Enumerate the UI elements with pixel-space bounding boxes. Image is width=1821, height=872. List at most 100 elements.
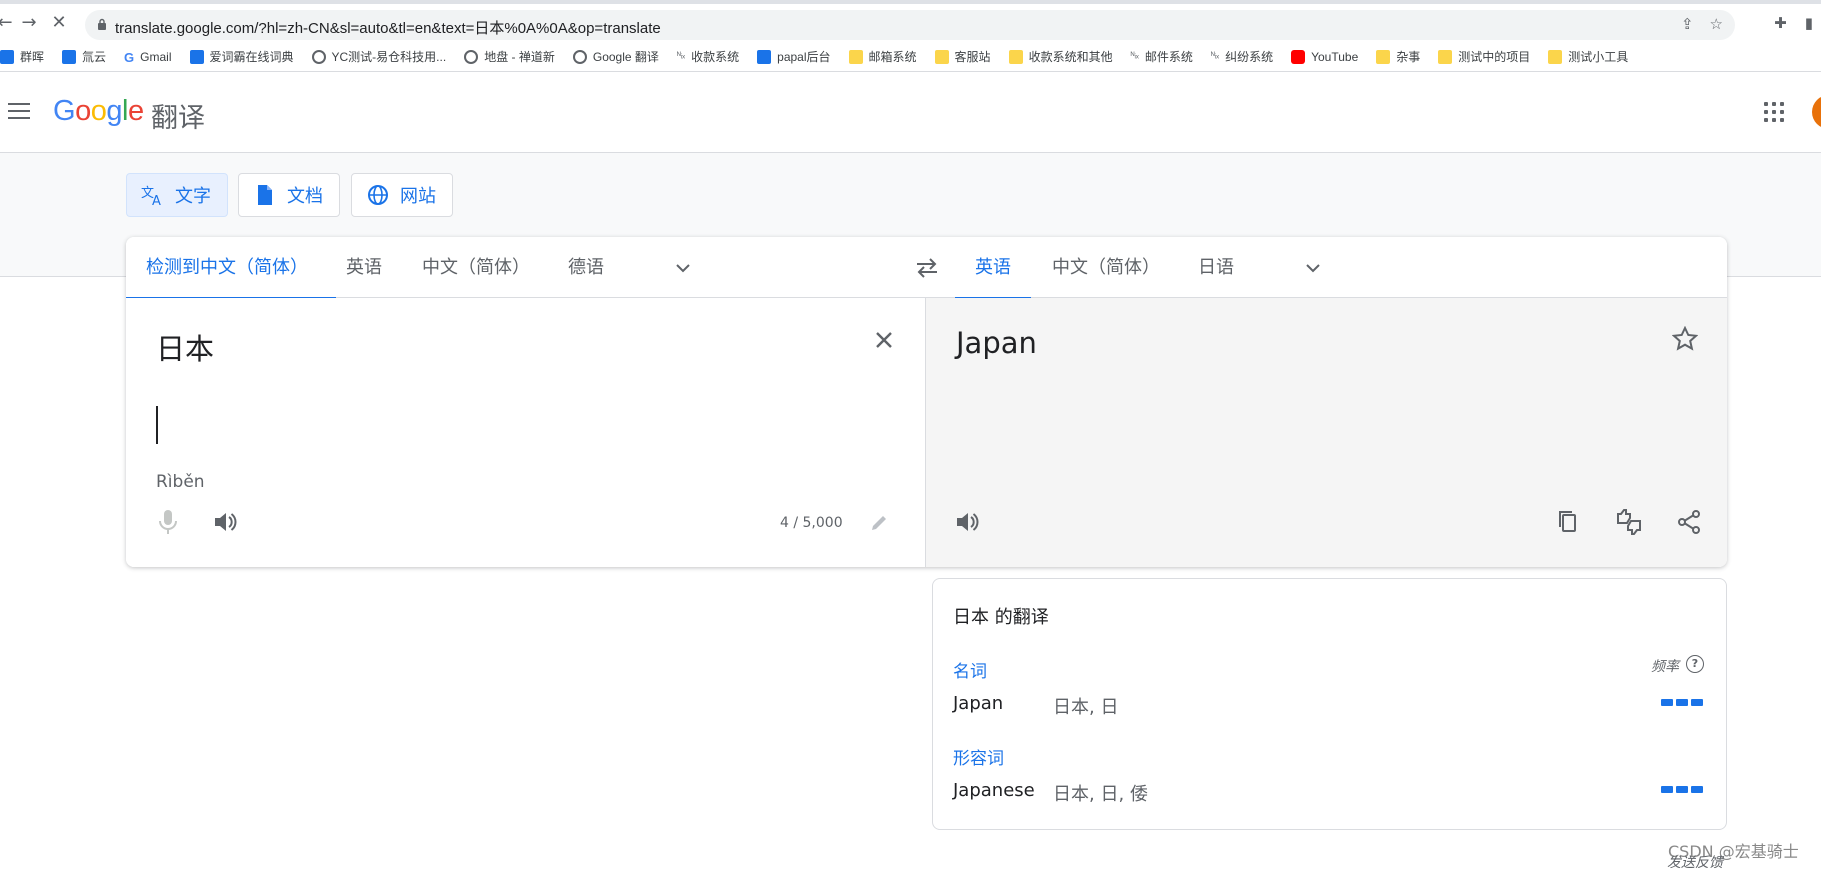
bookmark-label: 测试中的项目 (1458, 50, 1531, 64)
bookmark-label: 纠纷系统 (1225, 50, 1274, 64)
avatar[interactable] (1812, 95, 1821, 129)
source-lang-chinese[interactable]: 中文（简体） (422, 237, 530, 298)
source-speaker-icon[interactable] (212, 509, 238, 535)
bookmark-item[interactable]: 客服站 (934, 48, 991, 65)
mode-document-label: 文档 (287, 186, 323, 207)
extensions-icon[interactable]: ✚ (1774, 14, 1787, 32)
product-name: 翻译 (151, 103, 205, 134)
bookmark-folder-icon (934, 49, 949, 64)
bookmark-item[interactable]: ᴺᵢₓ 邮件系统 (1131, 48, 1193, 65)
bookmark-item[interactable]: ᴺᵢₓ 收款系统 (677, 48, 739, 65)
bookmark-item[interactable]: YC测试-易仓科技用... (311, 48, 446, 65)
target-lang-english[interactable]: 英语 (955, 237, 1031, 299)
source-pane[interactable]: 日本 Rìběn 4 / 5,000 (126, 298, 926, 567)
bookmark-label: papal后台 (777, 50, 831, 64)
bookmark-label: 客服站 (954, 50, 991, 64)
clear-source-icon[interactable] (872, 328, 896, 352)
bookmark-item[interactable]: 邮箱系统 (848, 48, 917, 65)
bookmark-folder-icon (1438, 49, 1453, 64)
mode-text-button[interactable]: 文A 文字 (126, 173, 228, 217)
dictionary-synonyms[interactable]: 日本, 日 (1053, 693, 1118, 719)
bookmark-label: Gmail (140, 49, 172, 64)
bookmark-item[interactable]: YouTube (1291, 49, 1359, 64)
bookmark-item[interactable]: 爱词霸在线词典 (189, 48, 294, 65)
frequency-help-icon[interactable]: ? (1686, 655, 1704, 673)
target-pane: Japan (926, 298, 1727, 567)
bookmark-item[interactable]: 氚云 (62, 48, 106, 65)
sidebar-icon[interactable]: ▮ (1805, 14, 1813, 32)
bookmark-item[interactable]: 收款系统和其他 (1008, 48, 1113, 65)
document-icon (253, 183, 277, 207)
frequency-bar (1661, 786, 1673, 793)
bookmark-item[interactable]: Google 翻译 (572, 48, 659, 65)
copy-icon[interactable] (1555, 509, 1581, 535)
target-lang-more-chevron-icon[interactable] (1304, 259, 1322, 277)
back-icon[interactable]: ← (0, 12, 16, 34)
bookmark-folder-icon (1008, 49, 1023, 64)
translate-icon: 文A (141, 183, 165, 207)
globe-icon (366, 183, 390, 207)
romanization: Rìběn (156, 472, 205, 492)
bookmark-item[interactable]: papal后台 (757, 48, 831, 65)
source-lang-detected[interactable]: 检测到中文（简体） (126, 237, 336, 299)
bookmark-label: 爱词霸在线词典 (209, 50, 294, 64)
bookmark-label: YouTube (1311, 49, 1359, 64)
bookmark-item[interactable]: G Gmail (124, 49, 172, 65)
bookmark-blue-icon (189, 49, 204, 64)
main-menu-icon[interactable] (8, 103, 30, 119)
bookmark-label: 地盘 - 禅道新 (484, 50, 555, 64)
dictionary-card: 日本 的翻译 频率 ? 名词 Japan 日本, 日 形容词 Japanese … (932, 578, 1727, 830)
frequency-bars (1661, 699, 1703, 706)
target-lang-chinese[interactable]: 中文（简体） (1052, 237, 1160, 298)
target-speaker-icon[interactable] (954, 509, 980, 535)
text-caret (156, 406, 158, 444)
bookmark-item[interactable]: 测试中的项目 (1438, 48, 1530, 65)
url-text[interactable]: translate.google.com/?hl=zh-CN&sl=auto&t… (115, 17, 661, 38)
rate-translation-icon[interactable] (1616, 509, 1642, 535)
share-icon[interactable] (1676, 509, 1702, 535)
save-translation-star-icon[interactable] (1672, 326, 1698, 352)
bookmark-label: 氚云 (82, 50, 107, 64)
bookmark-label: 收款系统 (691, 50, 740, 64)
bookmark-label: Google 翻译 (592, 50, 659, 64)
apps-grid-icon[interactable] (1764, 102, 1784, 122)
dictionary-word[interactable]: Japanese (953, 780, 1035, 801)
app-header: Google 翻译 (0, 73, 1821, 153)
source-text-input[interactable]: 日本 (156, 326, 214, 368)
google-logo[interactable]: Google (53, 95, 144, 128)
mode-website-button[interactable]: 网站 (351, 173, 453, 217)
bookmark-star-icon[interactable]: ☆ (1710, 15, 1723, 33)
bookmark-item[interactable]: 群晖 (0, 48, 44, 65)
bookmark-txt-icon: ᴺᵢₓ (676, 49, 686, 60)
bookmark-item[interactable]: ᴺᵢₓ 纠纷系统 (1211, 48, 1273, 65)
bookmark-item[interactable]: 杂事 (1376, 48, 1420, 65)
part-of-speech-adjective: 形容词 (953, 749, 1004, 769)
microphone-icon[interactable] (156, 508, 180, 536)
stop-loading-icon[interactable]: ✕ (48, 12, 70, 34)
dictionary-word[interactable]: Japan (953, 693, 1003, 714)
swap-languages-icon[interactable] (913, 257, 941, 279)
bookmark-folder-icon (848, 49, 863, 64)
frequency-bar (1691, 786, 1703, 793)
dictionary-synonyms[interactable]: 日本, 日, 倭 (1053, 780, 1148, 806)
bookmark-label: 邮箱系统 (868, 50, 917, 64)
bookmark-item[interactable]: 地盘 - 禅道新 (464, 48, 555, 65)
address-bar[interactable]: translate.google.com/?hl=zh-CN&sl=auto&t… (85, 10, 1735, 40)
mode-website-label: 网站 (400, 186, 436, 207)
forward-icon[interactable]: → (18, 12, 40, 34)
mode-document-button[interactable]: 文档 (238, 173, 340, 217)
target-lang-japanese[interactable]: 日语 (1198, 237, 1234, 298)
source-lang-german[interactable]: 德语 (568, 237, 604, 298)
bookmark-item[interactable]: 测试小工具 (1548, 48, 1628, 65)
svg-text:A: A (152, 194, 161, 207)
bookmark-label: 邮件系统 (1144, 50, 1193, 64)
bookmark-txt-icon: ᴺᵢₓ (1210, 49, 1220, 60)
send-feedback-link[interactable]: 发送反馈 (1667, 852, 1723, 872)
frequency-label: 频率 (1651, 659, 1679, 675)
handwriting-pencil-icon[interactable] (869, 513, 889, 533)
source-lang-english[interactable]: 英语 (346, 237, 382, 298)
bookmark-globe-icon (311, 49, 326, 64)
share-page-icon[interactable]: ⇪ (1681, 15, 1694, 33)
bookmark-folder-icon (1548, 49, 1563, 64)
source-lang-more-chevron-icon[interactable] (674, 259, 692, 277)
